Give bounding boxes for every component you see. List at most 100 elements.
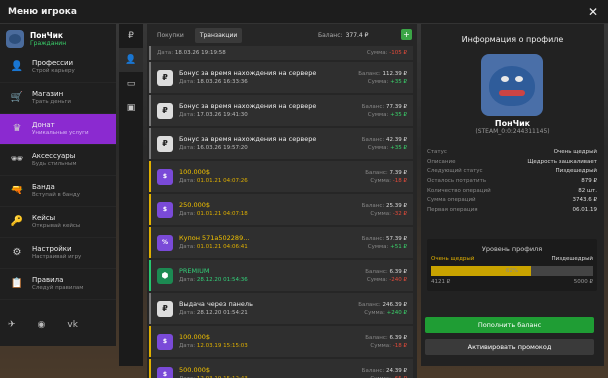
transaction-row[interactable]: ⬢ PREMIUM Дата: 28.12.20 01:54:36 Баланс: 6… bbox=[149, 260, 413, 291]
transaction-balance: 57.39 ₽ bbox=[386, 235, 407, 242]
date-label: Дата: bbox=[179, 343, 196, 349]
transaction-date: 16.03.26 19:57:20 bbox=[196, 145, 248, 151]
profile-stat-row: Статус Очень щедрый bbox=[427, 148, 597, 158]
activate-promocode-button[interactable]: Активировать промокод bbox=[425, 339, 594, 355]
tab-transactions[interactable]: Транзакции bbox=[194, 27, 243, 43]
topup-balance-button[interactable]: Пополнить баланс bbox=[425, 317, 594, 333]
transaction-row[interactable]: $100.000$ Дата: 12.03.19 15:15:03 Баланс: … bbox=[149, 326, 413, 357]
stat-value: 3743.6 ₽ bbox=[572, 197, 598, 204]
transaction-balance: 112.39 ₽ bbox=[382, 70, 408, 77]
balance-label: Баланс: bbox=[365, 268, 388, 275]
title-bar: Меню игрока ✕ bbox=[0, 0, 608, 24]
tab-purchases[interactable]: Покупки bbox=[152, 28, 189, 43]
level-progress-label: 62% bbox=[505, 268, 519, 274]
transaction-icon: ⬢ bbox=[157, 267, 173, 284]
transaction-row[interactable]: ₽ Бонус за время нахождения на сервере Дат… bbox=[149, 95, 413, 126]
transaction-balance: 42.39 ₽ bbox=[386, 136, 407, 143]
sum-label: Сумма: bbox=[367, 78, 389, 85]
profile-avatar bbox=[481, 54, 543, 116]
transaction-date: 12.03.19 15:15:03 bbox=[196, 343, 248, 349]
car-icon[interactable]: ▭ bbox=[119, 72, 143, 96]
window-title: Меню игрока bbox=[8, 6, 77, 17]
transaction-row[interactable]: $250.000$ Дата: 01.01.21 04:07:18 Баланс: … bbox=[149, 194, 413, 225]
sidebar-item-1[interactable]: 🛒 Магазин Трать деньги bbox=[0, 83, 116, 114]
transaction-icon: $ bbox=[157, 366, 173, 378]
transaction-balance: 25.39 ₽ bbox=[386, 202, 407, 209]
sidebar-item-3[interactable]: 🕶 Аксессуары Будь стильным bbox=[0, 145, 116, 176]
balance-label: Баланс: bbox=[361, 202, 385, 209]
sum-label: Сумма: bbox=[370, 210, 392, 217]
box-icon[interactable]: ▣ bbox=[119, 96, 143, 120]
transaction-title: Бонус за время нахождения на сервере bbox=[179, 102, 317, 110]
stat-key: Первая операция bbox=[427, 207, 478, 214]
transaction-title: 100.000$ bbox=[179, 333, 211, 341]
transaction-sum: -18 ₽ bbox=[392, 177, 407, 184]
transaction-icon: ₽ bbox=[157, 69, 173, 86]
transaction-date: 01.01.21 04:07:26 bbox=[196, 178, 248, 184]
transaction-sum: +35 ₽ bbox=[390, 144, 407, 151]
profile-name: ПонЧик bbox=[494, 119, 531, 128]
transaction-balance: 24.39 ₽ bbox=[386, 367, 407, 374]
transaction-sum: +240 ₽ bbox=[386, 309, 407, 316]
transaction-date: 01.01.21 04:07:18 bbox=[196, 211, 248, 217]
discord-icon[interactable]: ◉ bbox=[38, 320, 46, 330]
stat-value: Щедрость зашкаливает bbox=[527, 158, 597, 165]
transaction-row[interactable]: ₽ Выдача через панель Дата: 28.12.20 01:54… bbox=[149, 293, 413, 324]
transaction-balance: 77.39 ₽ bbox=[386, 103, 407, 110]
sidebar-item-5[interactable]: 🔑 Кейсы Открывай кейсы bbox=[0, 207, 116, 238]
sidebar-item-subtitle: Будь стильным bbox=[32, 161, 77, 167]
rules-icon: 📋 bbox=[10, 278, 24, 289]
transaction-row[interactable]: $100.000$ Дата: 01.01.21 04:07:26 Баланс: … bbox=[149, 161, 413, 192]
transaction-date: 17.03.26 19:41:30 bbox=[196, 112, 248, 118]
telegram-icon[interactable]: ✈ bbox=[8, 320, 16, 330]
transaction-row[interactable]: $500.000$Дата: 12.03.19 15:12:43Баланс: … bbox=[149, 359, 413, 378]
transaction-row[interactable]: ₽Дата: 18.03.26 19:19:58Сумма: -105 ₽ bbox=[149, 46, 413, 60]
transaction-icon: $ bbox=[157, 201, 173, 218]
ruble-icon[interactable]: ₽ bbox=[119, 24, 143, 48]
sum-label: Сумма: bbox=[364, 309, 385, 316]
sidebar-item-subtitle: Строй карьеру bbox=[32, 68, 75, 74]
transaction-title: Купон 571a502289... bbox=[179, 234, 250, 242]
sidebar-item-subtitle: Открывай кейсы bbox=[32, 223, 81, 229]
balance-label: Баланс: bbox=[358, 70, 381, 77]
level-title: Уровень профиля bbox=[481, 245, 543, 253]
sidebar-item-0[interactable]: 👤 Профессии Строй карьеру bbox=[0, 52, 116, 83]
date-label: Дата: bbox=[179, 79, 196, 85]
sidebar-item-subtitle: Следуй правилам bbox=[32, 285, 84, 291]
balance-label: Баланс: bbox=[361, 103, 385, 110]
transaction-sum: -105 ₽ bbox=[389, 50, 407, 56]
player-card[interactable]: ПонЧик Гражданин bbox=[0, 26, 116, 52]
transaction-date: 28.12.20 01:54:36 bbox=[196, 277, 248, 283]
balance-label: Баланс: bbox=[361, 367, 385, 374]
sidebar-item-6[interactable]: ⚙ Настройки Настраивай игру bbox=[0, 238, 116, 269]
vk-icon[interactable]: vk bbox=[67, 320, 78, 330]
transaction-sum: -32 ₽ bbox=[392, 210, 407, 217]
sidebar-item-4[interactable]: 🔫 Банда Вступай в банду bbox=[0, 176, 116, 207]
close-icon[interactable]: ✕ bbox=[586, 5, 600, 19]
stat-value: Очень щедрый bbox=[553, 149, 597, 155]
sidebar-item-2[interactable]: ♛ Донат Уникальные услуги bbox=[0, 114, 116, 145]
shop-icon: 🛒 bbox=[10, 92, 24, 103]
transaction-date: 18.03.26 16:33:36 bbox=[196, 79, 248, 85]
transaction-row[interactable]: % Купон 571a502289... Дата: 01.01.21 04:06… bbox=[149, 227, 413, 258]
profile-stat-row: Осталось потратить 879 ₽ bbox=[427, 177, 597, 187]
sidebar-item-subtitle: Вступай в банду bbox=[32, 192, 80, 198]
level-current: Очень щедрый bbox=[431, 256, 475, 262]
transaction-date: 01.01.21 04:06:41 bbox=[196, 244, 248, 250]
sidebar-item-7[interactable]: 📋 Правила Следуй правилам bbox=[0, 269, 116, 300]
sum-label: Сумма: bbox=[367, 243, 389, 250]
transaction-row[interactable]: ₽ Бонус за время нахождения на сервере Дат… bbox=[149, 128, 413, 159]
add-balance-button[interactable]: + bbox=[401, 29, 412, 40]
key-icon: 🔑 bbox=[10, 216, 24, 227]
balance-label: Баланс: bbox=[365, 169, 388, 176]
user-icon[interactable]: 👤 bbox=[119, 48, 143, 72]
transaction-title: 250.000$ bbox=[179, 201, 211, 209]
date-label: Дата: bbox=[179, 145, 196, 151]
stat-key: Количество операций bbox=[427, 187, 491, 194]
transaction-row[interactable]: ₽ Бонус за время нахождения на сервере Дат… bbox=[149, 62, 413, 93]
profile-steam-id: (STEAM_0:0:244311145) bbox=[475, 128, 550, 135]
transaction-list[interactable]: ₽ Дата: 18.03.26 19:19:58 Сумма: -105 ₽ ₽ Бо… bbox=[147, 46, 417, 378]
player-role: Гражданин bbox=[30, 39, 67, 47]
sidebar-item-title: Кейсы bbox=[32, 214, 56, 222]
transaction-date: 28.12.20 01:54:21 bbox=[196, 310, 248, 316]
